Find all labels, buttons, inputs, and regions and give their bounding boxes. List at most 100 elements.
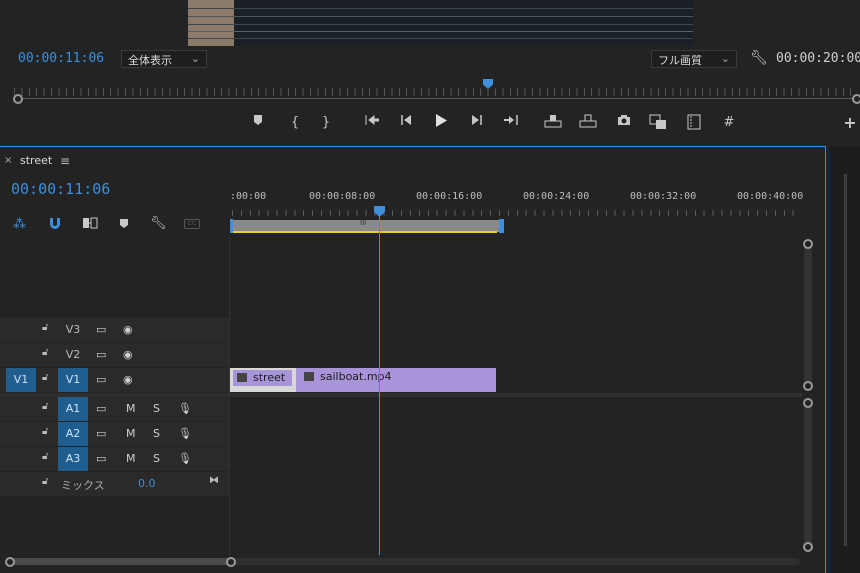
timeline-playhead-line bbox=[379, 214, 380, 555]
mute-button[interactable]: M bbox=[126, 422, 136, 446]
zoom-right-handle[interactable] bbox=[226, 557, 236, 567]
track-name-v3[interactable]: V3 bbox=[58, 318, 88, 342]
track-name-v1[interactable]: V1 bbox=[58, 368, 88, 392]
ruler-label: 00:00:24:00 bbox=[523, 191, 590, 202]
zoom-left-handle[interactable] bbox=[5, 557, 15, 567]
step-forward-icon[interactable] bbox=[467, 114, 487, 132]
eye-icon[interactable]: ◉ bbox=[123, 343, 133, 367]
playback-resolution-value: フル画質 bbox=[658, 54, 702, 67]
mute-button[interactable]: M bbox=[126, 397, 136, 421]
track-name-a2[interactable]: A2 bbox=[58, 422, 88, 446]
play-icon[interactable] bbox=[431, 114, 451, 132]
solo-button[interactable]: S bbox=[153, 422, 160, 446]
work-area-in-handle[interactable] bbox=[230, 219, 233, 233]
track-name-v2[interactable]: V2 bbox=[58, 343, 88, 367]
track-row-mix: 🔓︎ ミックス 0.0 ⧓ bbox=[0, 472, 802, 496]
sync-lock-film-icon[interactable]: ▭ bbox=[96, 318, 106, 342]
audio-scroll-top-handle[interactable] bbox=[803, 398, 813, 408]
scrub-end-handle[interactable] bbox=[852, 94, 860, 104]
mute-button[interactable]: M bbox=[126, 447, 136, 471]
lock-icon[interactable]: 🔓︎ bbox=[42, 372, 48, 383]
source-patch-v1[interactable]: V1 bbox=[6, 368, 36, 392]
video-tracks-scrollbar[interactable] bbox=[804, 242, 812, 390]
track-name-a3[interactable]: A3 bbox=[58, 447, 88, 471]
track-lane-mix[interactable] bbox=[230, 472, 802, 496]
video-scroll-top-handle[interactable] bbox=[803, 239, 813, 249]
clip-label: street bbox=[253, 371, 286, 384]
step-back-icon[interactable] bbox=[396, 114, 416, 132]
ruler-label: 00:00:08:00 bbox=[309, 191, 376, 202]
zoom-level-value: 全体表示 bbox=[128, 54, 172, 67]
track-row-v2: 🔓︎ V2 ▭ ◉ bbox=[0, 343, 802, 367]
go-to-out-icon[interactable] bbox=[501, 114, 521, 132]
sync-lock-film-icon[interactable]: ▭ bbox=[96, 343, 106, 367]
go-to-in-icon[interactable] bbox=[362, 114, 382, 132]
track-lane-a3[interactable] bbox=[230, 447, 802, 471]
mix-channel-icon[interactable]: ⧓ bbox=[209, 475, 219, 486]
timeline-tab-title[interactable]: street bbox=[20, 154, 52, 167]
mix-volume-value[interactable]: 0.0 bbox=[138, 477, 156, 490]
linked-selection-icon[interactable] bbox=[82, 216, 98, 233]
program-scrub-ruler[interactable] bbox=[14, 88, 856, 96]
program-scrub-bar[interactable] bbox=[18, 98, 856, 99]
extract-icon[interactable] bbox=[578, 114, 598, 132]
out-point-icon[interactable]: } bbox=[316, 114, 336, 132]
program-current-timecode[interactable]: 00:00:11:06 bbox=[18, 51, 104, 66]
export-frame-icon[interactable] bbox=[614, 114, 634, 132]
safe-margins-icon[interactable]: # bbox=[719, 114, 739, 132]
solo-button[interactable]: S bbox=[153, 447, 160, 471]
track-lane-v2[interactable] bbox=[230, 343, 802, 367]
comparison-view-icon[interactable] bbox=[648, 114, 668, 132]
sync-lock-film-icon[interactable]: ▭ bbox=[96, 397, 106, 421]
timeline-timecode[interactable]: 00:00:11:06 bbox=[11, 180, 110, 198]
nest-sequences-icon[interactable]: ⁂ bbox=[13, 217, 26, 232]
lift-icon[interactable] bbox=[543, 114, 563, 132]
microphone-icon[interactable]: 🎙︎ bbox=[178, 397, 192, 421]
snap-magnet-icon[interactable] bbox=[48, 216, 62, 233]
captions-icon[interactable]: CC bbox=[184, 219, 200, 229]
audio-scroll-bottom-handle[interactable] bbox=[803, 542, 813, 552]
lock-icon[interactable]: 🔓︎ bbox=[42, 426, 48, 437]
add-button-icon[interactable]: + bbox=[840, 114, 860, 132]
scrub-start-handle[interactable] bbox=[13, 94, 23, 104]
program-monitor-video bbox=[188, 0, 693, 46]
add-marker-icon[interactable] bbox=[119, 218, 129, 232]
clip-sailboat[interactable]: sailboat.mp4 bbox=[296, 368, 496, 392]
work-area-out-handle[interactable] bbox=[499, 219, 504, 233]
lock-icon[interactable]: 🔓︎ bbox=[42, 476, 48, 487]
in-point-icon[interactable]: { bbox=[285, 114, 305, 132]
track-lane-a2[interactable] bbox=[230, 422, 802, 446]
eye-icon[interactable]: ◉ bbox=[123, 368, 133, 392]
track-lane-a1[interactable] bbox=[230, 397, 802, 421]
track-lane-v3[interactable] bbox=[230, 318, 802, 342]
zoom-level-select[interactable]: 全体表示 ⌄ bbox=[121, 50, 207, 68]
lock-icon[interactable]: 🔓︎ bbox=[42, 347, 48, 358]
lock-icon[interactable]: 🔓︎ bbox=[42, 401, 48, 412]
timeline-settings-wrench-icon[interactable]: 🔧︎ bbox=[150, 216, 167, 231]
solo-button[interactable]: S bbox=[153, 397, 160, 421]
timeline-ruler[interactable] bbox=[232, 210, 800, 216]
wrench-icon[interactable]: 🔧︎ bbox=[750, 50, 768, 66]
video-scroll-bottom-handle[interactable] bbox=[803, 381, 813, 391]
microphone-icon[interactable]: 🎙︎ bbox=[178, 447, 192, 471]
close-tab-icon[interactable]: × bbox=[4, 155, 12, 166]
playback-resolution-select[interactable]: フル画質 ⌄ bbox=[651, 50, 737, 68]
audio-tracks-scrollbar[interactable] bbox=[804, 401, 812, 549]
clip-street[interactable]: street bbox=[230, 368, 296, 392]
proxy-toggle-icon[interactable] bbox=[684, 114, 704, 132]
track-row-v3: 🔓︎ V3 ▭ ◉ bbox=[0, 318, 802, 342]
microphone-icon[interactable]: 🎙︎ bbox=[178, 422, 192, 446]
sync-lock-film-icon[interactable]: ▭ bbox=[96, 368, 106, 392]
eye-icon[interactable]: ◉ bbox=[123, 318, 133, 342]
chevron-down-icon: ⌄ bbox=[720, 52, 730, 65]
horizontal-scroll-thumb[interactable] bbox=[8, 558, 232, 565]
track-name-a1[interactable]: A1 bbox=[58, 397, 88, 421]
ruler-label: 00:00:16:00 bbox=[416, 191, 483, 202]
work-area-indicator bbox=[231, 231, 497, 233]
sync-lock-film-icon[interactable]: ▭ bbox=[96, 422, 106, 446]
lock-icon[interactable]: 🔓︎ bbox=[42, 451, 48, 462]
panel-menu-icon[interactable]: ≡ bbox=[60, 154, 70, 168]
lock-icon[interactable]: 🔓︎ bbox=[42, 322, 48, 333]
marker-icon[interactable] bbox=[248, 114, 268, 132]
sync-lock-film-icon[interactable]: ▭ bbox=[96, 447, 106, 471]
